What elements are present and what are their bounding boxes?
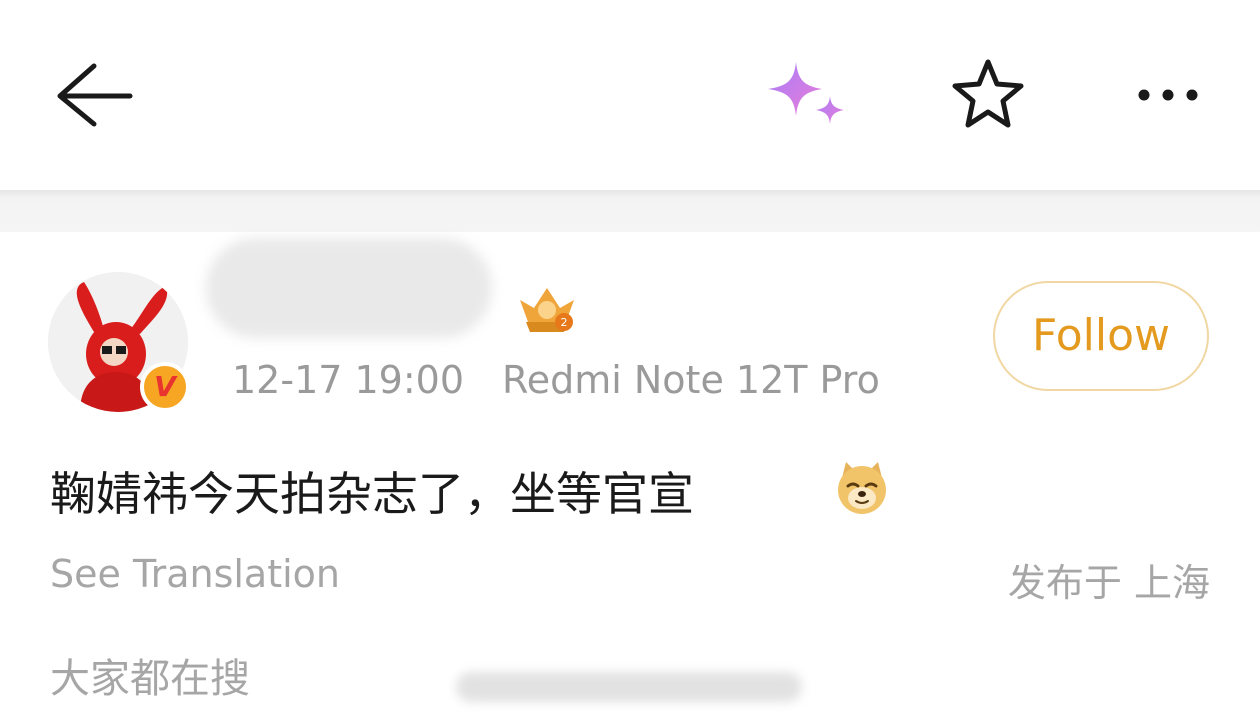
star-icon[interactable] [948, 56, 1028, 132]
hot-search-label: 大家都在搜 [50, 656, 250, 702]
follow-button[interactable]: Follow [993, 281, 1209, 391]
section-divider [0, 190, 1260, 232]
doge-emoji-icon [834, 460, 890, 516]
post-content: 鞠婧祎今天拍杂志了，坐等官宣 [50, 467, 694, 521]
post-timestamp: 12-17 19:00 [232, 358, 465, 402]
post-device: Redmi Note 12T Pro [502, 358, 880, 402]
more-dots-icon[interactable] [1130, 74, 1210, 116]
post-meta: 12-17 19:00 Redmi Note 12T Pro [232, 358, 880, 402]
post-location: 发布于 上海 [1007, 561, 1210, 605]
back-arrow-icon[interactable] [50, 58, 134, 130]
see-translation-link[interactable]: See Translation [50, 552, 340, 596]
verified-badge-label: V [154, 370, 176, 403]
top-navigation-bar [0, 0, 1260, 190]
sparkle-icon[interactable] [760, 58, 852, 134]
author-avatar[interactable]: V [48, 272, 192, 416]
svg-text:2: 2 [561, 316, 568, 329]
username-redacted[interactable] [206, 238, 492, 338]
hot-search-redacted[interactable] [456, 672, 802, 702]
verified-badge: V [140, 362, 190, 412]
crown-level-badge-icon[interactable]: 2 [512, 282, 582, 336]
